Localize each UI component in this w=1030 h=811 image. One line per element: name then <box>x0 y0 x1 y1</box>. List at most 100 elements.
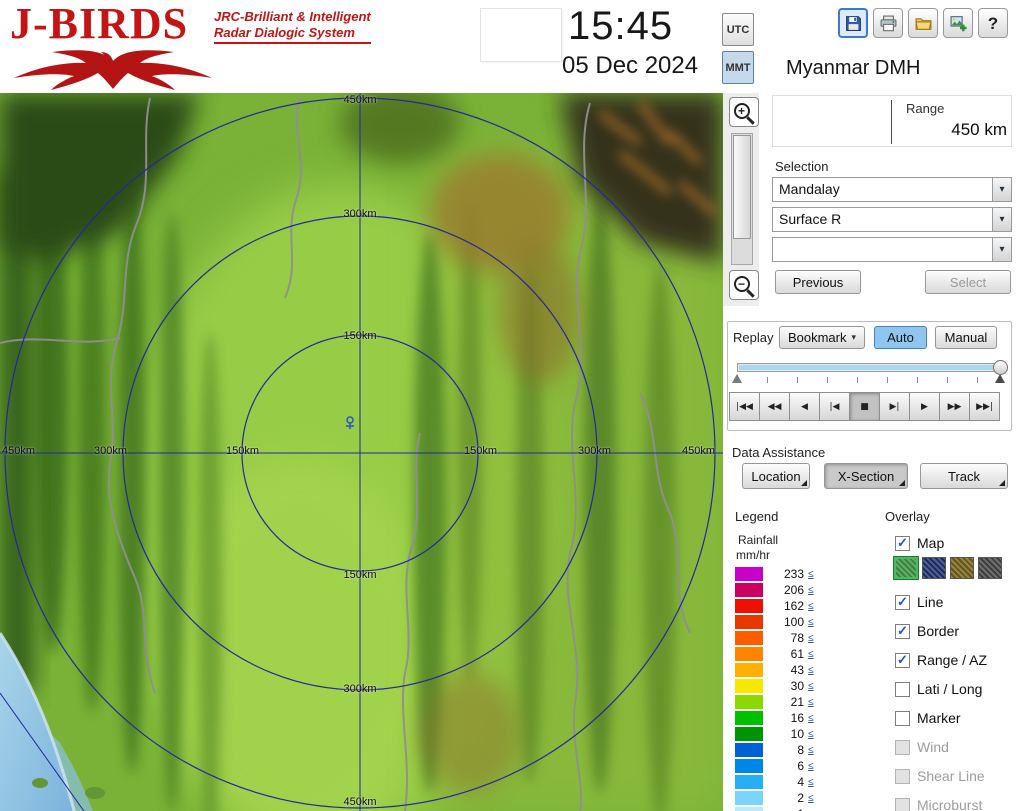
overlay-item-label: Marker <box>917 710 961 726</box>
overlay-row-line[interactable]: Line <box>895 591 943 613</box>
logo-title: J-BIRDS <box>10 0 188 48</box>
utc-button[interactable]: UTC <box>722 13 754 46</box>
overlay-item-label: Wind <box>917 739 949 755</box>
zoom-in-button[interactable]: + <box>729 97 759 127</box>
checkbox[interactable] <box>895 595 910 610</box>
chevron-down-icon: ▾ <box>999 184 1004 195</box>
product-dropdown[interactable]: Surface R ▾ <box>772 207 1012 232</box>
legend-row: 233≤ <box>735 566 814 582</box>
timeline-thumb[interactable] <box>993 360 1008 375</box>
bookmark-button[interactable]: Bookmark ▾ <box>779 326 865 349</box>
select-button[interactable]: Select <box>925 270 1011 294</box>
map-style-swatches <box>894 557 1002 579</box>
timeline-position-marker[interactable] <box>995 374 1005 383</box>
stop-button[interactable]: ■ <box>849 392 880 421</box>
checkbox[interactable] <box>895 682 910 697</box>
clock-date: 05 Dec 2024 <box>562 52 698 80</box>
step-forward-button[interactable]: ▶| <box>879 392 910 421</box>
question-icon: ? <box>988 15 998 32</box>
legend-color-swatch <box>735 743 763 757</box>
overlay-row-border[interactable]: Border <box>895 620 959 642</box>
legend-value: 162 <box>776 599 804 613</box>
zoom-slider[interactable] <box>731 133 753 265</box>
timeline-fill <box>739 365 1003 370</box>
play-reverse-button[interactable]: ◀ <box>789 392 820 421</box>
x-section-button[interactable]: X-Section <box>824 463 908 489</box>
legend-row: 6≤ <box>735 758 814 774</box>
map-style-navy[interactable] <box>922 557 946 579</box>
legend-le-symbol: ≤ <box>808 745 814 756</box>
extra-dropdown[interactable]: ▾ <box>772 237 1012 262</box>
range-label-w-300: 300km <box>94 445 127 457</box>
track-button[interactable]: Track <box>920 463 1008 489</box>
replay-timeline-slider[interactable] <box>737 363 1005 372</box>
timeline-start-marker[interactable] <box>732 374 742 383</box>
capture-button[interactable] <box>943 8 973 38</box>
location-button[interactable]: Location <box>742 463 810 489</box>
zoom-out-button[interactable]: − <box>729 270 759 300</box>
legend-le-symbol: ≤ <box>808 793 814 804</box>
save-button[interactable] <box>838 8 868 38</box>
skip-end-button[interactable]: ▶▶| <box>969 392 1000 421</box>
play-button[interactable]: ▶ <box>909 392 940 421</box>
range-label-n-300: 300km <box>343 208 376 220</box>
range-label-n-150: 150km <box>343 330 376 342</box>
manual-button[interactable]: Manual <box>935 326 997 349</box>
auto-button[interactable]: Auto <box>874 326 927 349</box>
help-button[interactable]: ? <box>978 8 1008 38</box>
legend-color-swatch <box>735 647 763 661</box>
app-window: J-BIRDS JRC-Brilliant & Intelligent Rada… <box>0 0 1030 811</box>
legend-value: 1 <box>776 807 804 811</box>
product-dropdown-value: Surface R <box>773 208 992 231</box>
legend-le-symbol: ≤ <box>808 601 814 612</box>
legend-color-swatch <box>735 727 763 741</box>
legend-le-symbol: ≤ <box>808 761 814 772</box>
overlay-item-label: Border <box>917 623 959 639</box>
open-button[interactable] <box>908 8 938 38</box>
legend-value: 206 <box>776 583 804 597</box>
checkbox[interactable] <box>895 536 910 551</box>
overlay-row-marker[interactable]: Marker <box>895 707 961 729</box>
map-area[interactable]: 450km 300km 150km 150km 300km 450km 450k… <box>0 93 723 811</box>
map-style-green[interactable] <box>894 557 918 579</box>
legend-le-symbol: ≤ <box>808 633 814 644</box>
skip-start-button[interactable]: |◀◀ <box>729 392 760 421</box>
product-dropdown-arrow-button[interactable]: ▾ <box>992 208 1011 231</box>
checkbox[interactable] <box>895 711 910 726</box>
step-back-button[interactable]: |◀ <box>819 392 850 421</box>
legend-value: 100 <box>776 615 804 629</box>
legend-row: 21≤ <box>735 694 814 710</box>
toolbar: ? <box>838 8 1008 38</box>
legend-scale: 233≤ 206≤ 162≤ 100≤ 78≤ 61≤ 43≤ 30≤ 21≤ … <box>735 566 814 811</box>
extra-dropdown-value <box>773 238 992 261</box>
overlay-row-range-az[interactable]: Range / AZ <box>895 649 987 671</box>
legend-value: 233 <box>776 567 804 581</box>
site-dropdown-arrow-button[interactable]: ▾ <box>992 178 1011 201</box>
legend-unit-1: Rainfall <box>738 533 778 547</box>
legend-row: 61≤ <box>735 646 814 662</box>
legend-color-swatch <box>735 567 763 581</box>
extra-dropdown-arrow-button[interactable]: ▾ <box>992 238 1011 261</box>
previous-button[interactable]: Previous <box>775 270 861 294</box>
checkbox[interactable] <box>895 624 910 639</box>
map-style-olive[interactable] <box>950 557 974 579</box>
overlay-row-map[interactable]: Map <box>895 532 944 554</box>
map-style-dark-gray[interactable] <box>978 557 1002 579</box>
range-value: 450 km <box>891 120 1007 140</box>
overlay-row-lati-long[interactable]: Lati / Long <box>895 678 982 700</box>
site-dropdown[interactable]: Mandalay ▾ <box>772 177 1012 202</box>
print-button[interactable] <box>873 8 903 38</box>
overlay-row-wind: Wind <box>895 736 949 758</box>
fast-forward-button[interactable]: ▶▶ <box>939 392 970 421</box>
legend-le-symbol: ≤ <box>808 713 814 724</box>
legend-label: Legend <box>735 509 778 524</box>
fast-rewind-button[interactable]: ◀◀ <box>759 392 790 421</box>
checkbox[interactable] <box>895 653 910 668</box>
legend-le-symbol: ≤ <box>808 681 814 692</box>
zoom-out-icon: − <box>734 276 755 297</box>
mmt-button[interactable]: MMT <box>722 51 754 84</box>
legend-le-symbol: ≤ <box>808 665 814 676</box>
overlay-item-label: Microburst <box>917 797 982 811</box>
overlay-row-microburst: Microburst <box>895 794 982 811</box>
zoom-slider-thumb[interactable] <box>733 135 751 239</box>
